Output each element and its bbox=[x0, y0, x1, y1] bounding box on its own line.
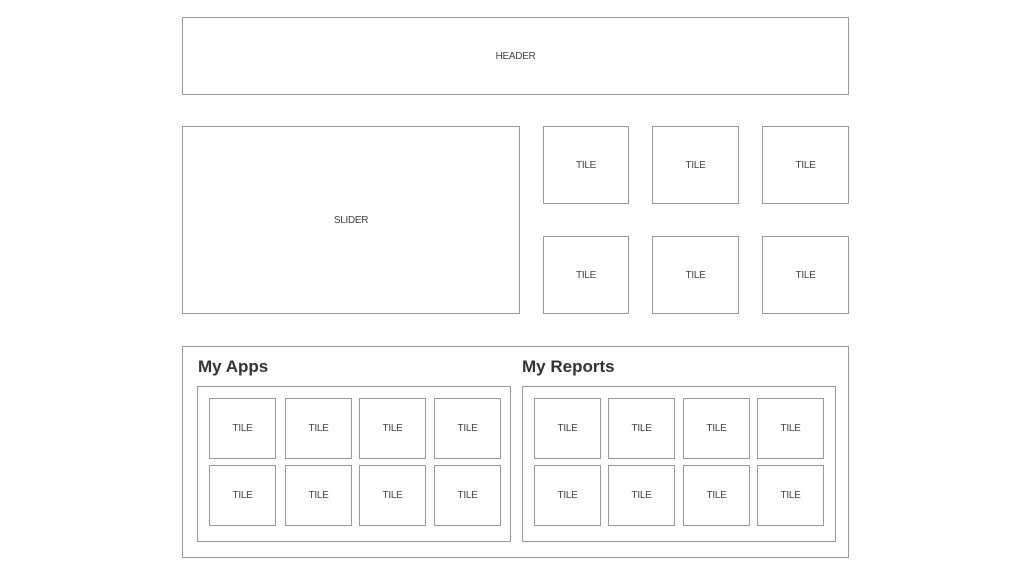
my-reports-grid: TILE TILE TILE TILE TILE TILE TILE TILE bbox=[522, 386, 836, 542]
top-tile: TILE bbox=[652, 236, 739, 314]
tile-label: TILE bbox=[706, 423, 727, 434]
app-tile[interactable]: TILE bbox=[209, 398, 276, 459]
tile-label: TILE bbox=[232, 423, 253, 434]
report-tile[interactable]: TILE bbox=[683, 398, 750, 459]
my-reports-title: My Reports bbox=[522, 357, 615, 376]
tile-label: TILE bbox=[382, 490, 403, 501]
tile-label: TILE bbox=[382, 423, 403, 434]
tile-label: TILE bbox=[557, 490, 578, 501]
tile-label: TILE bbox=[780, 423, 801, 434]
header-block: HEADER bbox=[182, 17, 849, 95]
app-tile[interactable]: TILE bbox=[285, 465, 352, 526]
top-tile: TILE bbox=[762, 236, 849, 314]
tile-label: TILE bbox=[232, 490, 253, 501]
tile-label: TILE bbox=[706, 490, 727, 501]
tile-label: TILE bbox=[795, 269, 816, 281]
top-tile: TILE bbox=[543, 126, 629, 204]
slider-label: SLIDER bbox=[333, 214, 369, 226]
top-tile: TILE bbox=[543, 236, 629, 314]
report-tile[interactable]: TILE bbox=[608, 465, 675, 526]
tile-label: TILE bbox=[795, 159, 816, 171]
report-tile[interactable]: TILE bbox=[534, 465, 601, 526]
top-tile: TILE bbox=[762, 126, 849, 204]
app-tile[interactable]: TILE bbox=[434, 398, 501, 459]
slider-block: SLIDER bbox=[182, 126, 520, 314]
tile-label: TILE bbox=[457, 490, 478, 501]
app-tile[interactable]: TILE bbox=[359, 398, 426, 459]
report-tile[interactable]: TILE bbox=[534, 398, 601, 459]
tile-label: TILE bbox=[576, 269, 596, 281]
tile-label: TILE bbox=[780, 490, 801, 501]
header-label: HEADER bbox=[495, 50, 536, 62]
tile-label: TILE bbox=[631, 490, 652, 501]
app-tile[interactable]: TILE bbox=[285, 398, 352, 459]
tile-label: TILE bbox=[457, 423, 478, 434]
report-tile[interactable]: TILE bbox=[757, 465, 824, 526]
app-tile[interactable]: TILE bbox=[209, 465, 276, 526]
report-tile[interactable]: TILE bbox=[608, 398, 675, 459]
tile-label: TILE bbox=[685, 159, 706, 171]
top-tile: TILE bbox=[652, 126, 739, 204]
tile-label: TILE bbox=[576, 159, 596, 171]
app-tile[interactable]: TILE bbox=[359, 465, 426, 526]
tile-label: TILE bbox=[557, 423, 578, 434]
tile-label: TILE bbox=[631, 423, 652, 434]
tile-label: TILE bbox=[308, 423, 329, 434]
report-tile[interactable]: TILE bbox=[683, 465, 750, 526]
tile-label: TILE bbox=[308, 490, 329, 501]
app-tile[interactable]: TILE bbox=[434, 465, 501, 526]
tile-label: TILE bbox=[685, 269, 706, 281]
report-tile[interactable]: TILE bbox=[757, 398, 824, 459]
my-apps-title: My Apps bbox=[198, 357, 269, 376]
my-apps-grid: TILE TILE TILE TILE TILE TILE TILE TILE bbox=[197, 386, 511, 542]
